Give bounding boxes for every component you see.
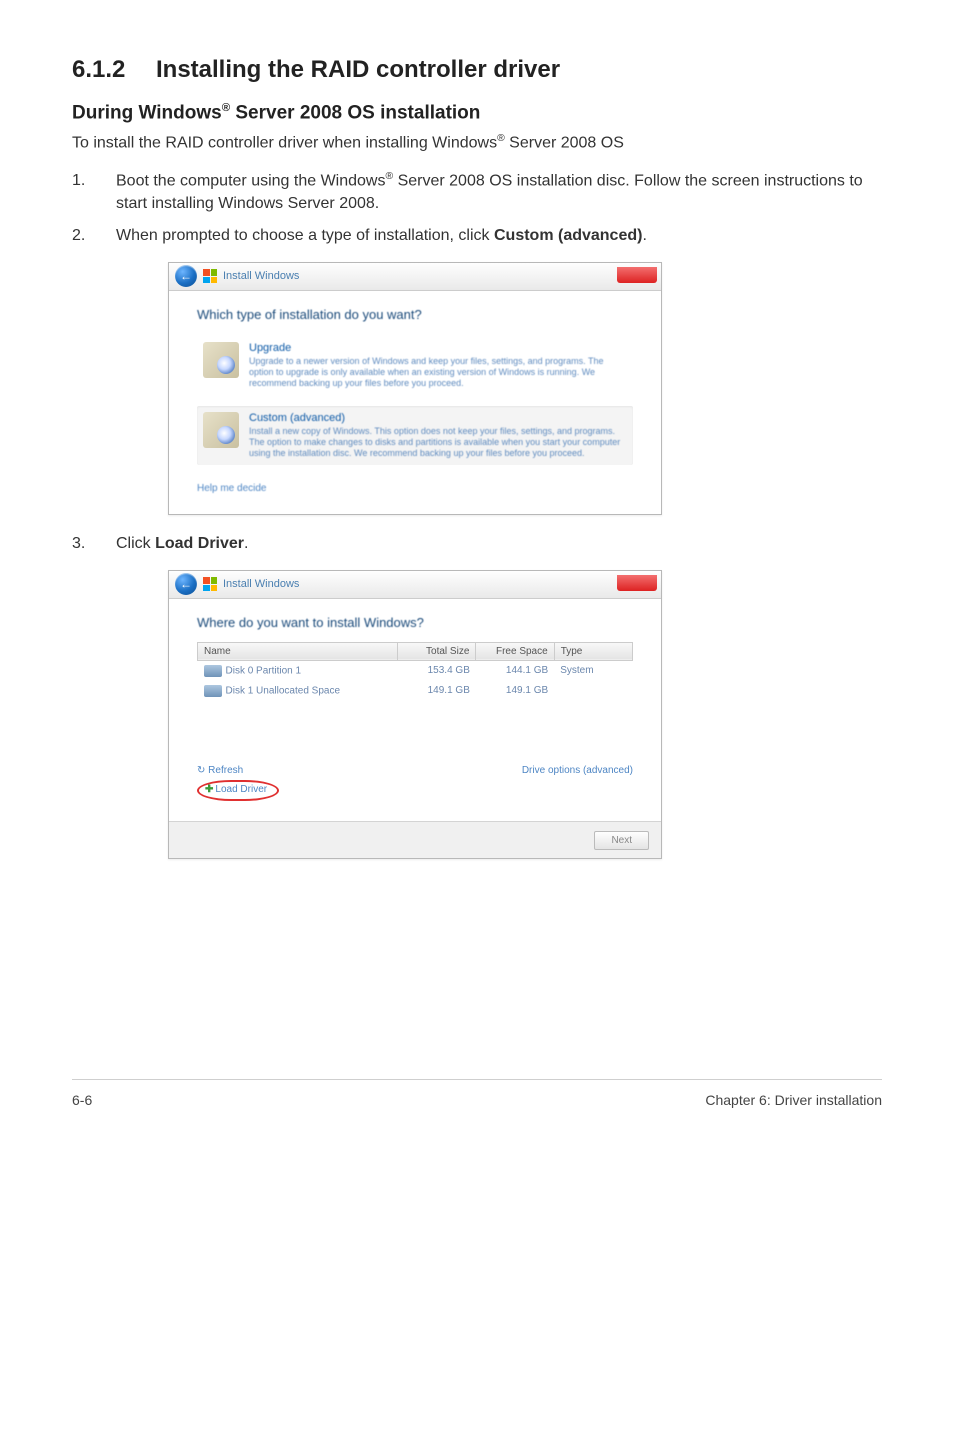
load-driver-icon: ✚: [205, 784, 213, 795]
dialog-titlebar: ← Install Windows: [169, 571, 661, 599]
step-number: 2.: [72, 225, 116, 247]
disk-total: 153.4 GB: [398, 660, 476, 681]
page-footer: 6-6 Chapter 6: Driver installation: [72, 1080, 882, 1108]
install-type-dialog: ← Install Windows Which type of installa…: [168, 262, 662, 516]
step3-prefix: Click: [116, 535, 155, 552]
disk-icon: [204, 685, 222, 697]
upgrade-option-desc: Upgrade to a newer version of Windows an…: [249, 356, 627, 390]
step-body: Boot the computer using the Windows® Ser…: [116, 170, 882, 215]
col-total[interactable]: Total Size: [398, 642, 476, 660]
help-me-decide-link[interactable]: Help me decide: [197, 483, 633, 494]
windows-logo-icon: [203, 577, 217, 591]
close-icon[interactable]: [617, 575, 657, 591]
close-icon[interactable]: [617, 267, 657, 283]
disk-name: Disk 1 Unallocated Space: [226, 685, 341, 696]
registered-mark-icon: ®: [497, 133, 505, 144]
subsection-heading: During Windows® Server 2008 OS installat…: [72, 102, 882, 124]
registered-mark-icon: ®: [385, 171, 393, 182]
disk-free: 144.1 GB: [476, 660, 554, 681]
dialog-title: Install Windows: [223, 578, 299, 590]
dialog2-heading: Where do you want to install Windows?: [197, 615, 633, 630]
table-spacer: [198, 701, 633, 757]
disk-total: 149.1 GB: [398, 681, 476, 701]
load-driver-link[interactable]: ✚Load Driver: [197, 780, 279, 801]
step3-bold: Load Driver: [155, 535, 244, 552]
registered-mark-icon: ®: [222, 102, 230, 114]
section-title: Installing the RAID controller driver: [156, 56, 560, 83]
custom-option-desc: Install a new copy of Windows. This opti…: [249, 426, 627, 460]
table-header-row: Name Total Size Free Space Type: [198, 642, 633, 660]
col-name[interactable]: Name: [198, 642, 398, 660]
step-body: Click Load Driver.: [116, 533, 882, 555]
disk-table: Name Total Size Free Space Type Disk 0 P…: [197, 642, 633, 757]
step-number: 1.: [72, 170, 116, 215]
step2-suffix: .: [642, 227, 646, 244]
custom-option-icon: [203, 412, 239, 448]
step3-suffix: .: [244, 535, 248, 552]
install-location-dialog: ← Install Windows Where do you want to i…: [168, 570, 662, 859]
dialog-title: Install Windows: [223, 270, 299, 282]
intro-suffix: Server 2008 OS: [505, 135, 624, 152]
upgrade-option-icon: [203, 342, 239, 378]
drive-options-link[interactable]: Drive options (advanced): [522, 765, 633, 801]
upgrade-option-title: Upgrade: [249, 342, 627, 354]
step-number: 3.: [72, 533, 116, 555]
load-driver-label: Load Driver: [215, 784, 267, 795]
disk-name: Disk 0 Partition 1: [226, 665, 302, 676]
refresh-link[interactable]: ↻ Refresh: [197, 765, 243, 776]
page-number: 6-6: [72, 1092, 92, 1108]
disk-type: System: [554, 660, 632, 681]
subsection-suffix: Server 2008 OS installation: [230, 102, 480, 123]
col-type[interactable]: Type: [554, 642, 632, 660]
subsection-prefix: During Windows: [72, 102, 222, 123]
dialog-titlebar: ← Install Windows: [169, 263, 661, 291]
step-1: 1. Boot the computer using the Windows® …: [72, 170, 882, 215]
refresh-label: Refresh: [208, 765, 243, 776]
disk-free: 149.1 GB: [476, 681, 554, 701]
intro-prefix: To install the RAID controller driver wh…: [72, 135, 497, 152]
step-3: 3. Click Load Driver.: [72, 533, 882, 555]
dialog-footer: Next: [169, 821, 661, 858]
upgrade-option[interactable]: Upgrade Upgrade to a newer version of Wi…: [197, 336, 633, 396]
step2-bold: Custom (advanced): [494, 227, 642, 244]
custom-option[interactable]: Custom (advanced) Install a new copy of …: [197, 406, 633, 466]
intro-paragraph: To install the RAID controller driver wh…: [72, 132, 882, 154]
chapter-label: Chapter 6: Driver installation: [705, 1092, 882, 1108]
back-button-icon[interactable]: ←: [175, 573, 197, 595]
step-2: 2. When prompted to choose a type of ins…: [72, 225, 882, 247]
table-row[interactable]: Disk 1 Unallocated Space 149.1 GB 149.1 …: [198, 681, 633, 701]
dialog1-heading: Which type of installation do you want?: [197, 307, 633, 322]
custom-option-title: Custom (advanced): [249, 412, 627, 424]
section-number: 6.1.2: [72, 56, 156, 84]
table-row[interactable]: Disk 0 Partition 1 153.4 GB 144.1 GB Sys…: [198, 660, 633, 681]
next-button[interactable]: Next: [594, 831, 649, 850]
section-heading: 6.1.2Installing the RAID controller driv…: [72, 56, 882, 84]
col-free[interactable]: Free Space: [476, 642, 554, 660]
disk-icon: [204, 665, 222, 677]
step-body: When prompted to choose a type of instal…: [116, 225, 882, 247]
step1-prefix: Boot the computer using the Windows: [116, 173, 385, 190]
windows-logo-icon: [203, 269, 217, 283]
step2-prefix: When prompted to choose a type of instal…: [116, 227, 494, 244]
disk-type: [554, 681, 632, 701]
back-button-icon[interactable]: ←: [175, 265, 197, 287]
